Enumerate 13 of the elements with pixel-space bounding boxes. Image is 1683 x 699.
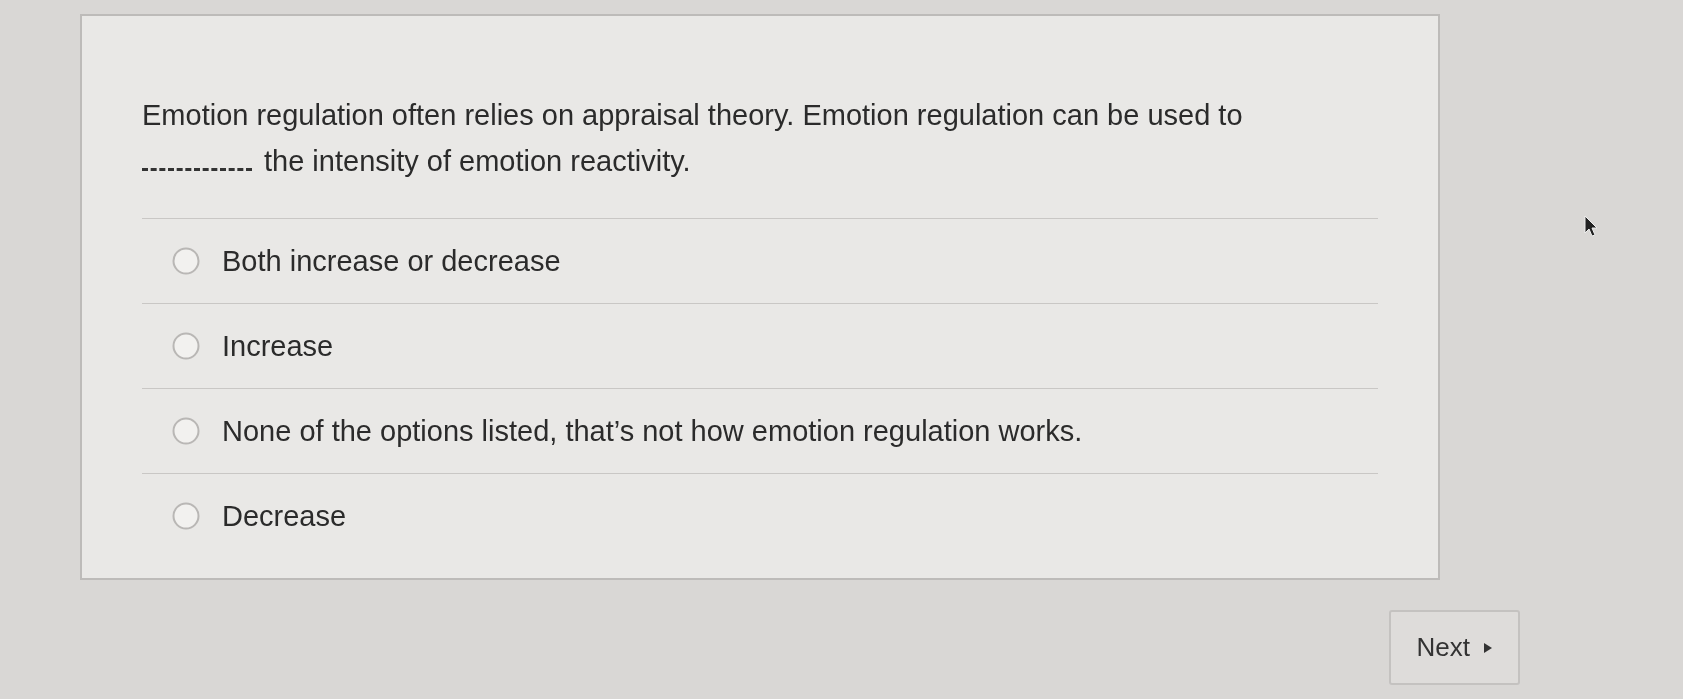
- question-text: Emotion regulation often relies on appraisal theory. Emotion regulation can be used to: [142, 98, 1244, 133]
- option-label[interactable]: Both increase or decrease: [222, 244, 561, 278]
- radio-icon[interactable]: [172, 417, 200, 445]
- option-label[interactable]: Increase: [222, 329, 334, 363]
- radio-icon[interactable]: [172, 502, 200, 530]
- next-button[interactable]: Next: [1388, 610, 1520, 685]
- caret-icon: [1484, 642, 1492, 653]
- radio-icon[interactable]: [172, 332, 200, 360]
- mouse-pointer-icon: [1584, 215, 1598, 237]
- question-text: the intensity of emotion reactivity.: [264, 144, 691, 179]
- radio-icon[interactable]: [172, 247, 200, 275]
- option-label[interactable]: Decrease: [222, 499, 347, 533]
- option-label[interactable]: None of the options listed, that’s not how emotion regulation works.: [222, 414, 1083, 448]
